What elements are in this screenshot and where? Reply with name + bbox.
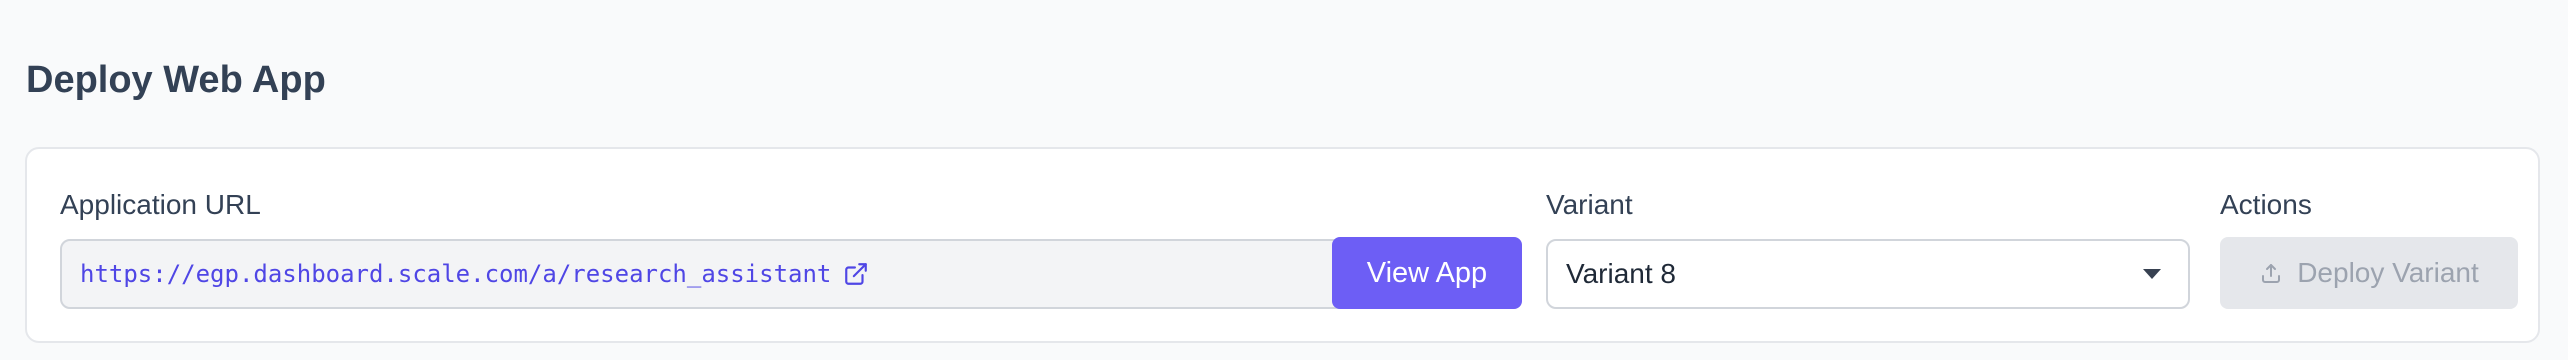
variant-select-value: Variant 8 — [1566, 258, 1676, 289]
application-url-link[interactable]: https://egp.dashboard.scale.com/a/resear… — [80, 260, 831, 288]
application-url-field: https://egp.dashboard.scale.com/a/resear… — [60, 239, 1350, 309]
upload-icon — [2259, 261, 2283, 285]
view-app-button[interactable]: View App — [1332, 237, 1522, 309]
deploy-variant-label: Deploy Variant — [2297, 257, 2479, 288]
actions-label: Actions — [2220, 189, 2312, 220]
variant-label: Variant — [1546, 189, 1633, 220]
variant-select[interactable]: Variant 8 — [1546, 239, 2190, 309]
deploy-variant-button[interactable]: Deploy Variant — [2220, 237, 2518, 309]
application-url-label: Application URL — [60, 189, 261, 220]
deploy-card: Application URL https://egp.dashboard.sc… — [25, 147, 2540, 343]
page-title: Deploy Web App — [26, 59, 326, 101]
external-link-icon[interactable] — [843, 261, 869, 287]
caret-down-icon — [2142, 268, 2162, 280]
